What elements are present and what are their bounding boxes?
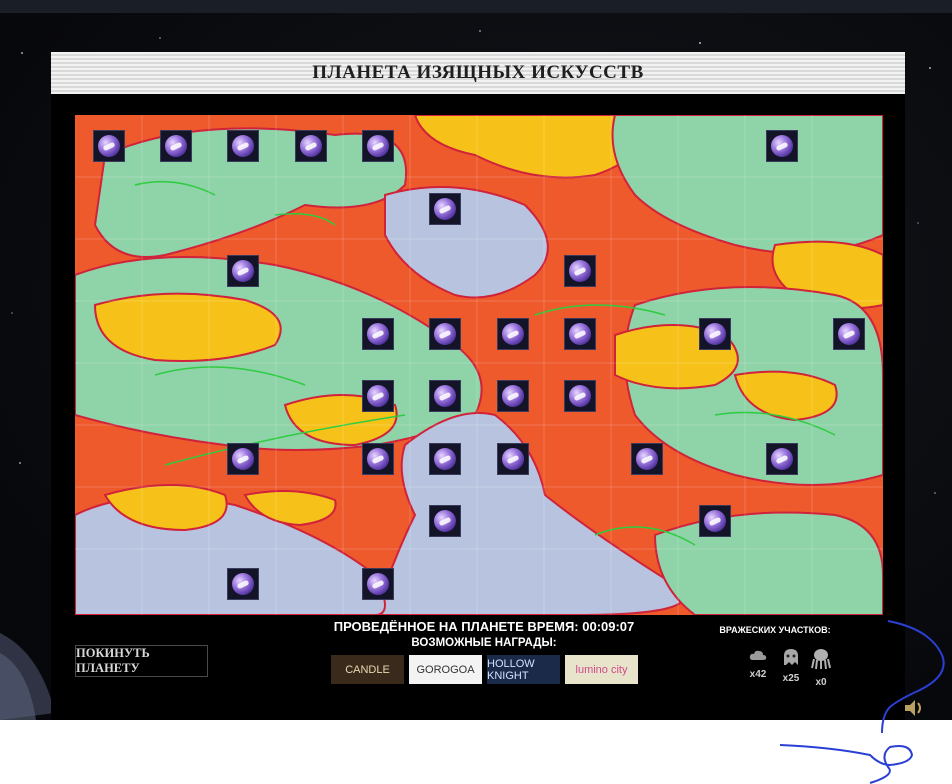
reward-lumino-city[interactable]: lumino city — [565, 655, 638, 684]
occupied-tile[interactable] — [496, 380, 529, 413]
steam-orb-icon — [501, 322, 524, 345]
reward-title: GOROGOA — [416, 663, 475, 676]
steam-orb-icon — [569, 385, 591, 408]
occupied-tile[interactable] — [294, 130, 327, 163]
occupied-tile[interactable] — [429, 442, 462, 475]
steam-orb-icon — [434, 510, 457, 533]
planet-map[interactable] — [75, 115, 883, 615]
reward-hollow-knight[interactable]: HOLLOW KNIGHT — [487, 655, 560, 684]
steam-orb-icon — [569, 260, 591, 283]
rewards-label: ВОЗМОЖНЫЕ НАГРАДЫ: — [411, 637, 557, 649]
occupied-tile[interactable] — [429, 380, 462, 413]
occupied-tile[interactable] — [362, 567, 394, 600]
occupied-tile[interactable] — [429, 317, 462, 350]
steam-orb-icon — [434, 197, 457, 220]
occupied-tile[interactable] — [362, 130, 394, 163]
steam-orb-icon — [434, 322, 457, 345]
occupied-tile[interactable] — [496, 317, 529, 350]
steam-orb-icon — [232, 260, 255, 283]
steam-orb-icon — [97, 135, 120, 158]
enemy-count: x42 — [749, 669, 767, 680]
terrain-layer — [75, 115, 883, 615]
steam-orb-icon — [569, 322, 591, 345]
handwritten-annotation — [779, 620, 945, 784]
reward-title: lumino city — [575, 663, 628, 676]
occupied-tile[interactable] — [631, 442, 664, 475]
enemy-cloud: x42 — [743, 648, 773, 680]
occupied-tile[interactable] — [362, 317, 394, 350]
occupied-tile[interactable] — [160, 130, 192, 163]
steam-orb-icon — [501, 385, 524, 408]
occupied-tile[interactable] — [429, 505, 462, 538]
steam-orb-icon — [703, 322, 726, 345]
occupied-tile[interactable] — [227, 442, 260, 475]
steam-orb-icon — [434, 447, 457, 470]
planet-title-banner: ПЛАНЕТА ИЗЯЩНЫХ ИСКУССТВ — [51, 52, 905, 94]
reward-gorogoa[interactable]: GOROGOA — [409, 655, 482, 684]
cloud-icon — [749, 650, 767, 660]
occupied-tile[interactable] — [227, 130, 260, 163]
occupied-tile[interactable] — [362, 380, 394, 413]
reward-title: HOLLOW KNIGHT — [487, 657, 535, 682]
occupied-tile[interactable] — [92, 130, 125, 163]
planet-title: ПЛАНЕТА ИЗЯЩНЫХ ИСКУССТВ — [312, 62, 644, 83]
steam-orb-icon — [165, 135, 187, 158]
steam-orb-icon — [501, 447, 524, 470]
browser-top-bar — [0, 0, 952, 13]
steam-orb-icon — [299, 135, 322, 158]
occupied-tile[interactable] — [766, 442, 798, 475]
occupied-tile[interactable] — [698, 505, 731, 538]
occupied-tile[interactable] — [496, 442, 529, 475]
leave-planet-button[interactable]: ПОКИНУТЬ ПЛАНЕТУ — [75, 645, 208, 677]
occupied-tile[interactable] — [833, 317, 866, 350]
steam-orb-icon — [434, 385, 457, 408]
occupied-tile[interactable] — [227, 255, 260, 288]
steam-orb-icon — [703, 510, 726, 533]
steam-orb-icon — [838, 322, 861, 345]
steam-orb-icon — [771, 135, 793, 158]
steam-orb-icon — [771, 447, 793, 470]
steam-orb-icon — [367, 135, 389, 158]
steam-orb-icon — [232, 572, 255, 595]
occupied-tile[interactable] — [564, 317, 596, 350]
occupied-tile[interactable] — [766, 130, 798, 163]
occupied-tile[interactable] — [227, 567, 260, 600]
steam-orb-icon — [367, 572, 389, 595]
occupied-tile[interactable] — [698, 317, 731, 350]
time-on-planet: ПРОВЕДЁННОЕ НА ПЛАНЕТЕ ВРЕМЯ: 00:09:07 — [333, 619, 635, 634]
steam-orb-icon — [232, 447, 255, 470]
steam-orb-icon — [367, 385, 389, 408]
occupied-tile[interactable] — [564, 380, 596, 413]
reward-title: CANDLE — [345, 663, 390, 676]
reward-candle[interactable]: CANDLE — [331, 655, 404, 684]
occupied-tile[interactable] — [362, 442, 394, 475]
steam-orb-icon — [367, 447, 389, 470]
occupied-tile[interactable] — [564, 255, 596, 288]
steam-orb-icon — [636, 447, 659, 470]
steam-orb-icon — [367, 322, 389, 345]
steam-orb-icon — [232, 135, 255, 158]
occupied-tile[interactable] — [429, 192, 462, 225]
